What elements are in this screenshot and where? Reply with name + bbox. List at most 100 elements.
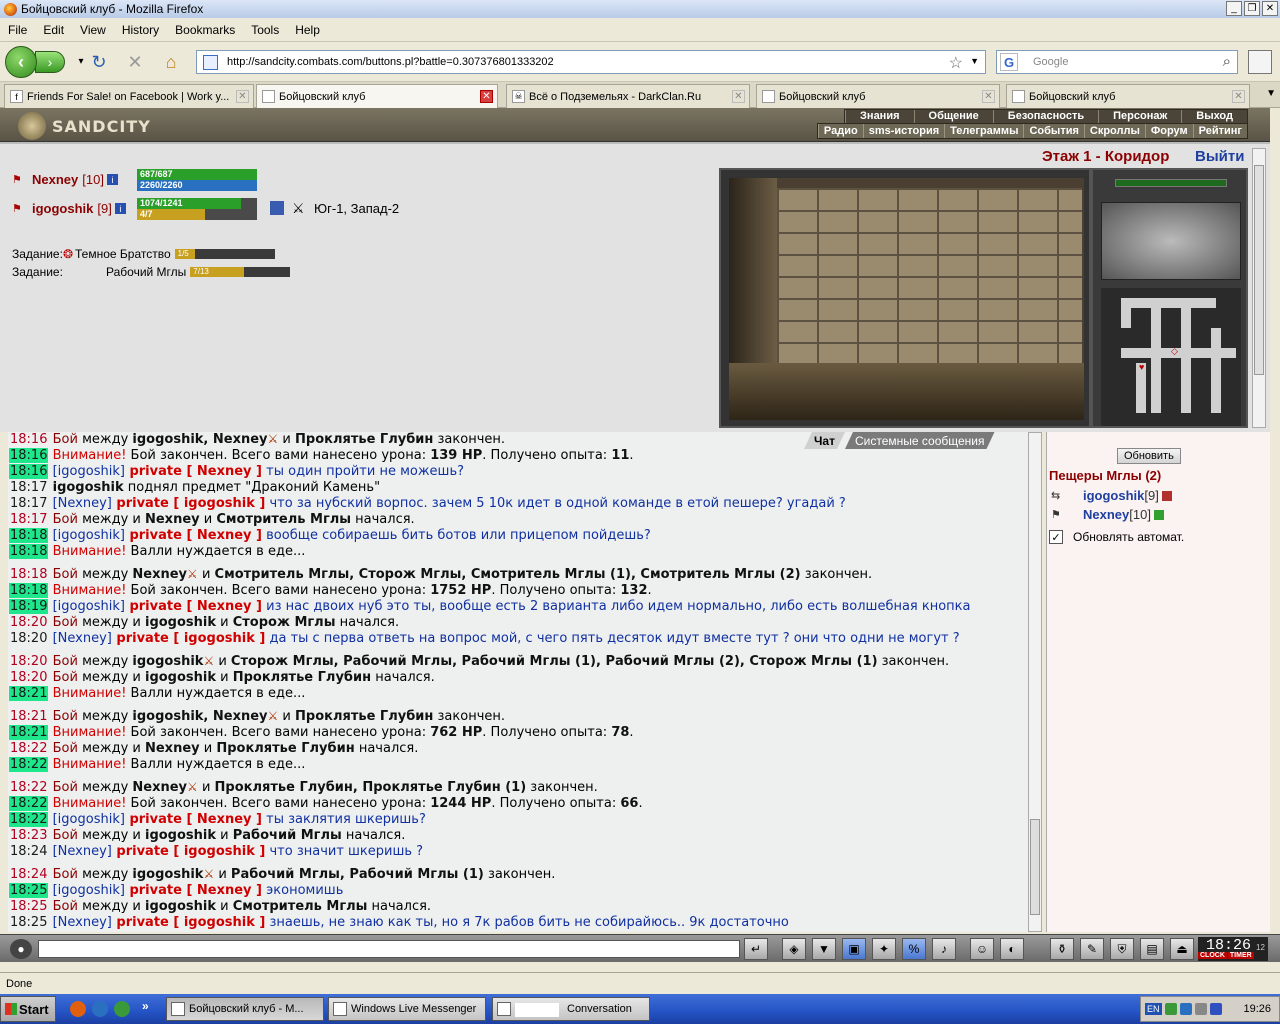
search-box[interactable]: G Google ⌕ bbox=[996, 50, 1238, 74]
chat-input[interactable] bbox=[38, 940, 740, 958]
chat-timestamp[interactable]: 18:22 bbox=[9, 741, 48, 756]
chat-timestamp[interactable]: 18:20 bbox=[9, 631, 48, 646]
sound-icon[interactable]: ♪ bbox=[932, 938, 956, 960]
info-icon[interactable]: i bbox=[106, 174, 118, 185]
menu-edit[interactable]: Edit bbox=[35, 23, 72, 37]
firefox-quicklaunch-icon[interactable] bbox=[70, 1001, 86, 1017]
fight-icon[interactable]: ✦ bbox=[872, 938, 896, 960]
back-button[interactable]: ‹ bbox=[5, 46, 37, 78]
stop-icon[interactable]: ✕ bbox=[124, 52, 146, 73]
chat-sender[interactable]: [igogoshik] bbox=[53, 528, 125, 543]
scrollbar-thumb[interactable] bbox=[1030, 819, 1040, 915]
chat-sender[interactable]: [Nexney] bbox=[53, 915, 112, 930]
menu-history[interactable]: History bbox=[114, 23, 167, 37]
chat-timestamp[interactable]: 18:20 bbox=[9, 654, 48, 669]
chat-timestamp[interactable]: 18:18 bbox=[9, 567, 48, 582]
auto-refresh-checkbox[interactable]: ✓ bbox=[1049, 530, 1063, 544]
chat-timestamp[interactable]: 18:19 bbox=[9, 599, 49, 614]
chat-scrollbar[interactable] bbox=[1028, 432, 1042, 932]
clock-mode-button[interactable]: CLOCK bbox=[1198, 952, 1227, 959]
exit-link[interactable]: Выйти bbox=[1195, 148, 1244, 165]
character-name[interactable]: igogoshik bbox=[32, 201, 93, 216]
tab-combats-active[interactable]: Бойцовский клуб ✕ bbox=[256, 84, 498, 109]
potion-icon[interactable]: ⚱ bbox=[1050, 938, 1074, 960]
nav-telegrams[interactable]: Телеграммы bbox=[944, 124, 1023, 138]
chat-timestamp[interactable]: 18:20 bbox=[9, 670, 48, 685]
chat-timestamp[interactable]: 18:24 bbox=[9, 867, 48, 882]
tab-close-icon[interactable]: ✕ bbox=[236, 90, 249, 103]
save-icon[interactable]: ▣ bbox=[842, 938, 866, 960]
inventory-icon[interactable]: ▤ bbox=[1140, 938, 1164, 960]
refresh-button[interactable]: Обновить bbox=[1117, 448, 1181, 464]
reload-icon[interactable]: ↻ bbox=[88, 52, 110, 73]
start-button[interactable]: Start bbox=[0, 996, 56, 1022]
nav-events[interactable]: События bbox=[1023, 124, 1083, 138]
chat-timestamp[interactable]: 18:22 bbox=[9, 812, 49, 827]
tab-close-icon[interactable]: ✕ bbox=[480, 90, 493, 103]
exit-icon[interactable]: ⏏ bbox=[1170, 938, 1194, 960]
maximize-button[interactable]: ❐ bbox=[1244, 1, 1260, 16]
percent-icon[interactable]: % bbox=[902, 938, 926, 960]
main-scrollbar[interactable] bbox=[1252, 148, 1266, 428]
send-icon[interactable]: ↵ bbox=[744, 938, 768, 960]
info-icon[interactable] bbox=[1161, 490, 1172, 501]
armor-icon[interactable]: ⛨ bbox=[1110, 938, 1134, 960]
scroll-icon[interactable]: ✎ bbox=[1080, 938, 1104, 960]
home-icon[interactable]: ⌂ bbox=[160, 52, 182, 73]
nav-radio[interactable]: Радио bbox=[817, 124, 863, 138]
minimize-button[interactable]: _ bbox=[1226, 1, 1242, 16]
nav-knowledge[interactable]: Знания bbox=[845, 110, 913, 123]
url-bar[interactable]: http://sandcity.combats.com/buttons.pl?b… bbox=[196, 50, 986, 74]
tab-close-icon[interactable]: ✕ bbox=[1232, 90, 1245, 103]
chat-timestamp[interactable]: 18:16 bbox=[9, 464, 49, 479]
close-button[interactable]: ✕ bbox=[1262, 1, 1278, 16]
tab-close-icon[interactable]: ✕ bbox=[982, 90, 995, 103]
nav-rating[interactable]: Рейтинг bbox=[1192, 124, 1247, 138]
sidebar-toggle-button[interactable] bbox=[1248, 50, 1272, 74]
timer-mode-button[interactable]: TIMER bbox=[1227, 952, 1254, 959]
chat-sender[interactable]: [igogoshik] bbox=[53, 464, 125, 479]
chat-timestamp[interactable]: 18:25 bbox=[9, 883, 49, 898]
chat-sender[interactable]: [igogoshik] bbox=[53, 599, 125, 614]
menu-bookmarks[interactable]: Bookmarks bbox=[167, 23, 243, 37]
nav-scrolls[interactable]: Скроллы bbox=[1083, 124, 1145, 138]
chat-timestamp[interactable]: 18:17 bbox=[9, 512, 48, 527]
chat-private-recipient[interactable]: private [ Nexney ] bbox=[125, 599, 262, 614]
menu-tools[interactable]: Tools bbox=[243, 23, 287, 37]
nav-sms-history[interactable]: sms-история bbox=[862, 124, 944, 138]
quicklaunch-more-icon[interactable]: » bbox=[142, 999, 149, 1013]
chat-timestamp[interactable]: 18:22 bbox=[9, 780, 48, 795]
chat-sender[interactable]: [igogoshik] bbox=[53, 812, 125, 827]
filter-icon[interactable]: ▼ bbox=[812, 938, 836, 960]
tab-system-messages[interactable]: Системные сообщения bbox=[845, 432, 995, 449]
chat-private-recipient[interactable]: private [ igogoshik ] bbox=[112, 496, 265, 511]
speaker-icon[interactable]: ● bbox=[10, 939, 32, 959]
taskbar-firefox[interactable]: Бойцовский клуб - M... bbox=[166, 997, 324, 1021]
chat-private-recipient[interactable]: private [ Nexney ] bbox=[125, 812, 262, 827]
chat-private-recipient[interactable]: private [ igogoshik ] bbox=[112, 915, 265, 930]
url-dropdown-icon[interactable]: ▼ bbox=[970, 56, 979, 66]
tab-facebook[interactable]: f Friends For Sale! on Facebook | Work y… bbox=[4, 84, 254, 108]
info-icon[interactable]: i bbox=[114, 203, 126, 214]
nav-communication[interactable]: Общение bbox=[913, 110, 993, 123]
security-tray-icon[interactable] bbox=[1209, 1003, 1222, 1015]
volume-tray-icon[interactable] bbox=[1194, 1003, 1207, 1015]
menu-view[interactable]: View bbox=[72, 23, 114, 37]
menu-file[interactable]: File bbox=[0, 23, 35, 37]
chat-private-recipient[interactable]: private [ Nexney ] bbox=[125, 464, 262, 479]
chat-private-recipient[interactable]: private [ igogoshik ] bbox=[112, 631, 265, 646]
chat-timestamp[interactable]: 18:22 bbox=[9, 796, 49, 811]
compass-control[interactable] bbox=[1101, 202, 1241, 280]
chat-timestamp[interactable]: 18:25 bbox=[9, 899, 48, 914]
info-icon[interactable] bbox=[1153, 509, 1164, 520]
chat-private-recipient[interactable]: private [ igogoshik ] bbox=[112, 844, 265, 859]
chat-timestamp[interactable]: 18:24 bbox=[9, 844, 48, 859]
chat-timestamp[interactable]: 18:17 bbox=[9, 496, 48, 511]
chat-timestamp[interactable]: 18:23 bbox=[9, 828, 48, 843]
language-indicator[interactable]: EN bbox=[1145, 1003, 1162, 1015]
tab-combats-3[interactable]: Бойцовский клуб ✕ bbox=[1006, 84, 1250, 108]
bookmark-star-icon[interactable]: ☆ bbox=[949, 53, 963, 73]
search-icon[interactable]: ⌕ bbox=[1223, 53, 1231, 70]
chat-timestamp[interactable]: 18:16 bbox=[9, 432, 48, 447]
chat-timestamp[interactable]: 18:18 bbox=[9, 528, 49, 543]
